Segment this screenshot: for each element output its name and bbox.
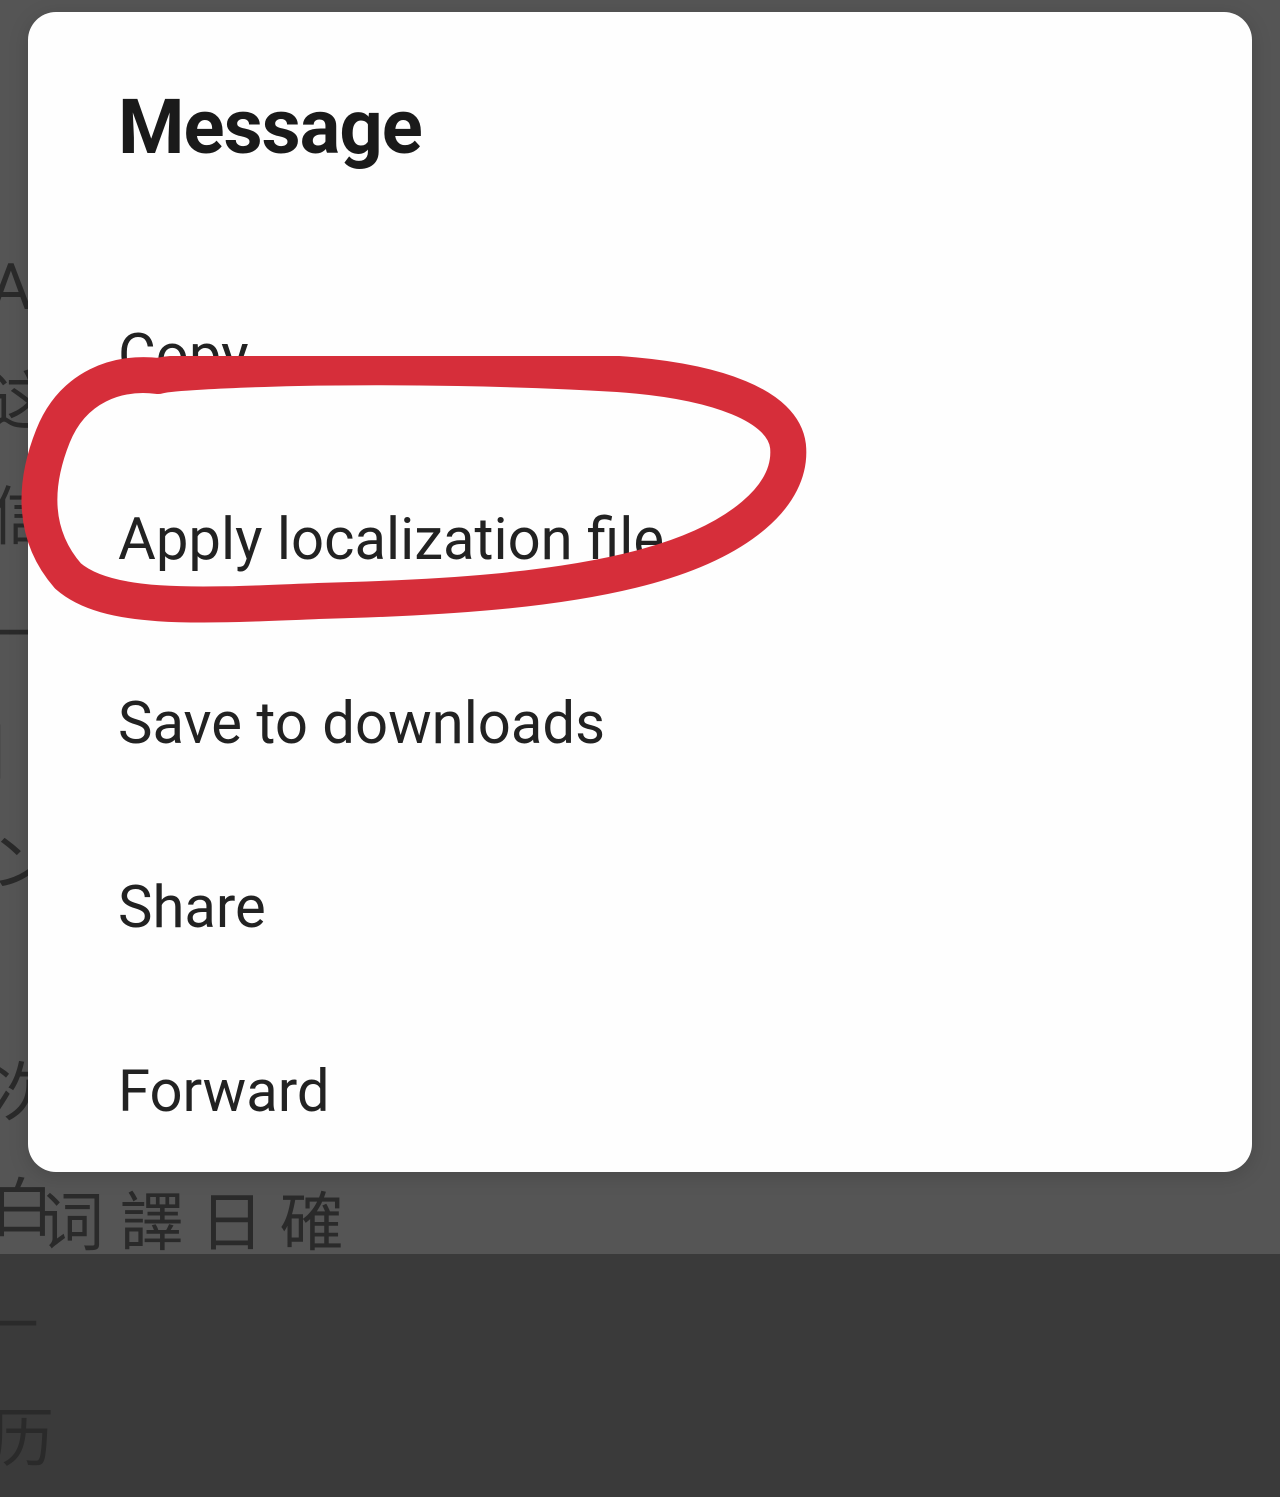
menu-item-share[interactable]: Share [118,844,1162,972]
menu-item-forward[interactable]: Forward [118,1028,1162,1156]
menu-item-apply-localization-file[interactable]: Apply localization file [118,476,1162,604]
background-obscured-text-bottom: 词 譯 日 確 [40,1172,344,1264]
message-context-dialog: Message Copy Apply localization file Sav… [28,12,1252,1172]
dialog-title: Message [118,82,1162,172]
menu-item-copy[interactable]: Copy [118,292,1162,420]
menu-item-save-to-downloads[interactable]: Save to downloads [118,660,1162,788]
